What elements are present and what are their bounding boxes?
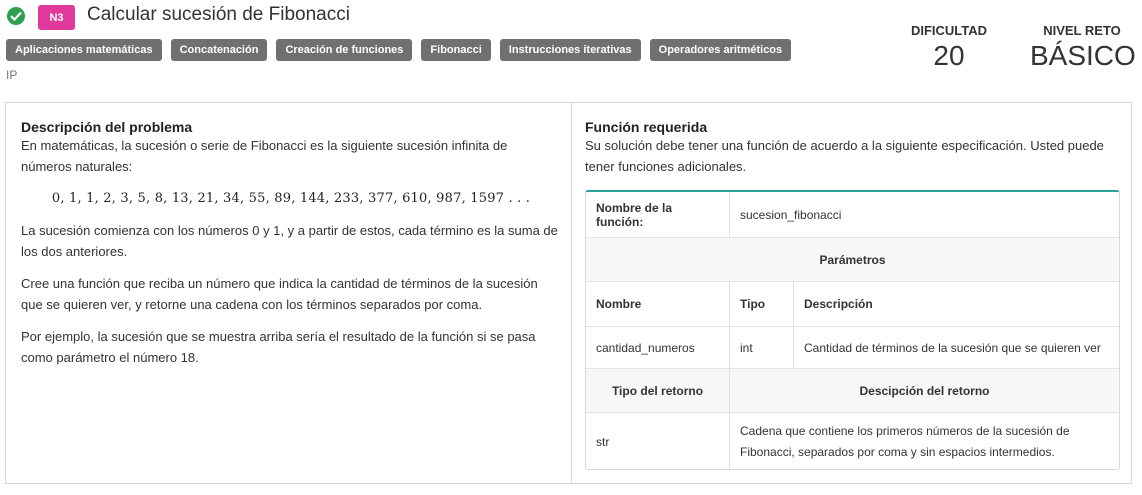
problem-header: N3 Calcular sucesión de Fibonacci Aplica… (0, 0, 1142, 100)
function-name-label: Nombre de la función: (586, 192, 730, 238)
level-badge: N3 (38, 5, 75, 30)
param-description: Cantidad de términos de la sucesión que … (793, 326, 1119, 369)
difficulty-label: DIFICULTAD (910, 23, 988, 38)
panel-divider (571, 103, 572, 483)
tag[interactable]: Concatenación (170, 39, 268, 61)
level-value: BÁSICO (1030, 40, 1136, 71)
description-paragraph: La sucesión comienza con los números 0 y… (21, 223, 558, 259)
function-section: Función requerida Su solución debe tener… (585, 119, 1120, 177)
description-paragraph: Cree una función que reciba un número qu… (21, 276, 538, 312)
tag[interactable]: Operadores aritméticos (649, 39, 792, 61)
description-section: Descripción del problema En matemáticas,… (21, 119, 561, 368)
problem-panel: Descripción del problema En matemáticas,… (5, 102, 1132, 484)
return-type-header: Tipo del retorno (586, 368, 730, 413)
difficulty-value: 20 (933, 40, 965, 71)
parameters-header: Parámetros (586, 237, 1119, 282)
description-paragraph: Por ejemplo, la sucesión que se muestra … (21, 329, 536, 365)
function-intro: Su solución debe tener una función de ac… (585, 138, 1104, 174)
tag[interactable]: Instrucciones iterativas (499, 39, 641, 61)
course-label: IP (6, 68, 18, 82)
tag[interactable]: Creación de funciones (276, 39, 413, 61)
param-name: cantidad_numeros (586, 326, 730, 369)
description-intro: En matemáticas, la sucesión o serie de F… (21, 138, 508, 174)
column-header-name: Nombre (586, 281, 730, 327)
return-type: str (586, 412, 730, 469)
tag[interactable]: Aplicaciones matemáticas (6, 39, 162, 61)
param-type: int (729, 326, 794, 369)
function-spec-table: Nombre de la función: sucesion_fibonacci… (585, 190, 1120, 470)
description-title: Descripción del problema (21, 119, 193, 135)
return-description: Cadena que contiene los primeros números… (740, 424, 1070, 459)
tag-list: Aplicaciones matemáticas Concatenación C… (6, 39, 800, 61)
function-name-value: sucesion_fibonacci (729, 192, 1119, 238)
tag[interactable]: Fibonacci (421, 39, 491, 61)
column-header-description: Descripción (793, 281, 1119, 327)
fibonacci-sequence: 0, 1, 1, 2, 3, 5, 8, 13, 21, 34, 55, 89,… (51, 191, 531, 206)
return-description-header: Descipción del retorno (729, 368, 1119, 413)
function-title: Función requerida (585, 119, 708, 135)
column-header-type: Tipo (729, 281, 794, 327)
page-title: Calcular sucesión de Fibonacci (87, 4, 350, 25)
level-label: NIVEL RETO (1043, 23, 1121, 38)
completed-check-icon (7, 7, 25, 25)
